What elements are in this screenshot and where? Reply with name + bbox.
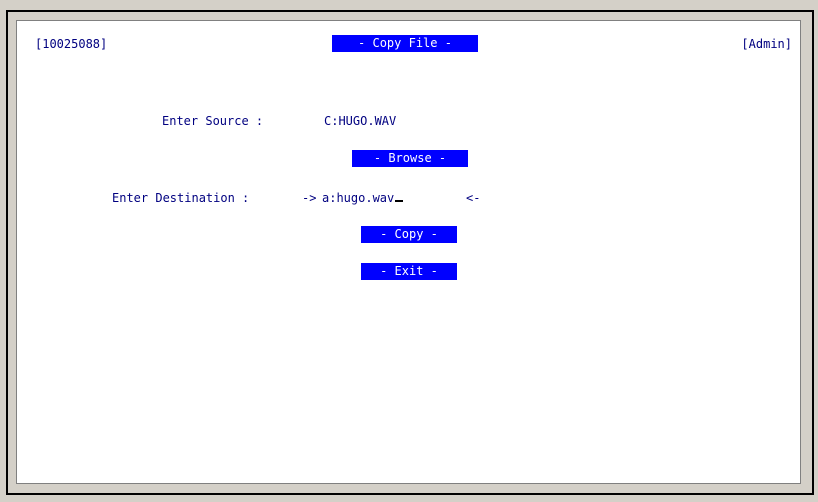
source-label: Enter Source :: [162, 114, 264, 128]
exit-button[interactable]: - Exit -: [361, 263, 457, 280]
terminal-window: [10025088] - Copy File - [Admin] Enter S…: [6, 10, 814, 495]
destination-label: Enter Destination :: [112, 191, 250, 205]
destination-input[interactable]: a:hugo.wav: [322, 190, 404, 206]
page-title: - Copy File -: [332, 35, 478, 52]
destination-input-value: a:hugo.wav: [322, 191, 395, 205]
session-id-label: [10025088]: [35, 37, 108, 51]
browse-button[interactable]: - Browse -: [352, 150, 468, 167]
destination-arrow-left: ->: [302, 191, 317, 205]
terminal-screen: [10025088] - Copy File - [Admin] Enter S…: [16, 20, 801, 484]
copy-button[interactable]: - Copy -: [361, 226, 457, 243]
source-value: C:HUGO.WAV: [324, 114, 397, 128]
text-cursor: [395, 200, 404, 202]
destination-arrow-right: <-: [466, 191, 481, 205]
user-role-label: [Admin]: [741, 37, 792, 51]
